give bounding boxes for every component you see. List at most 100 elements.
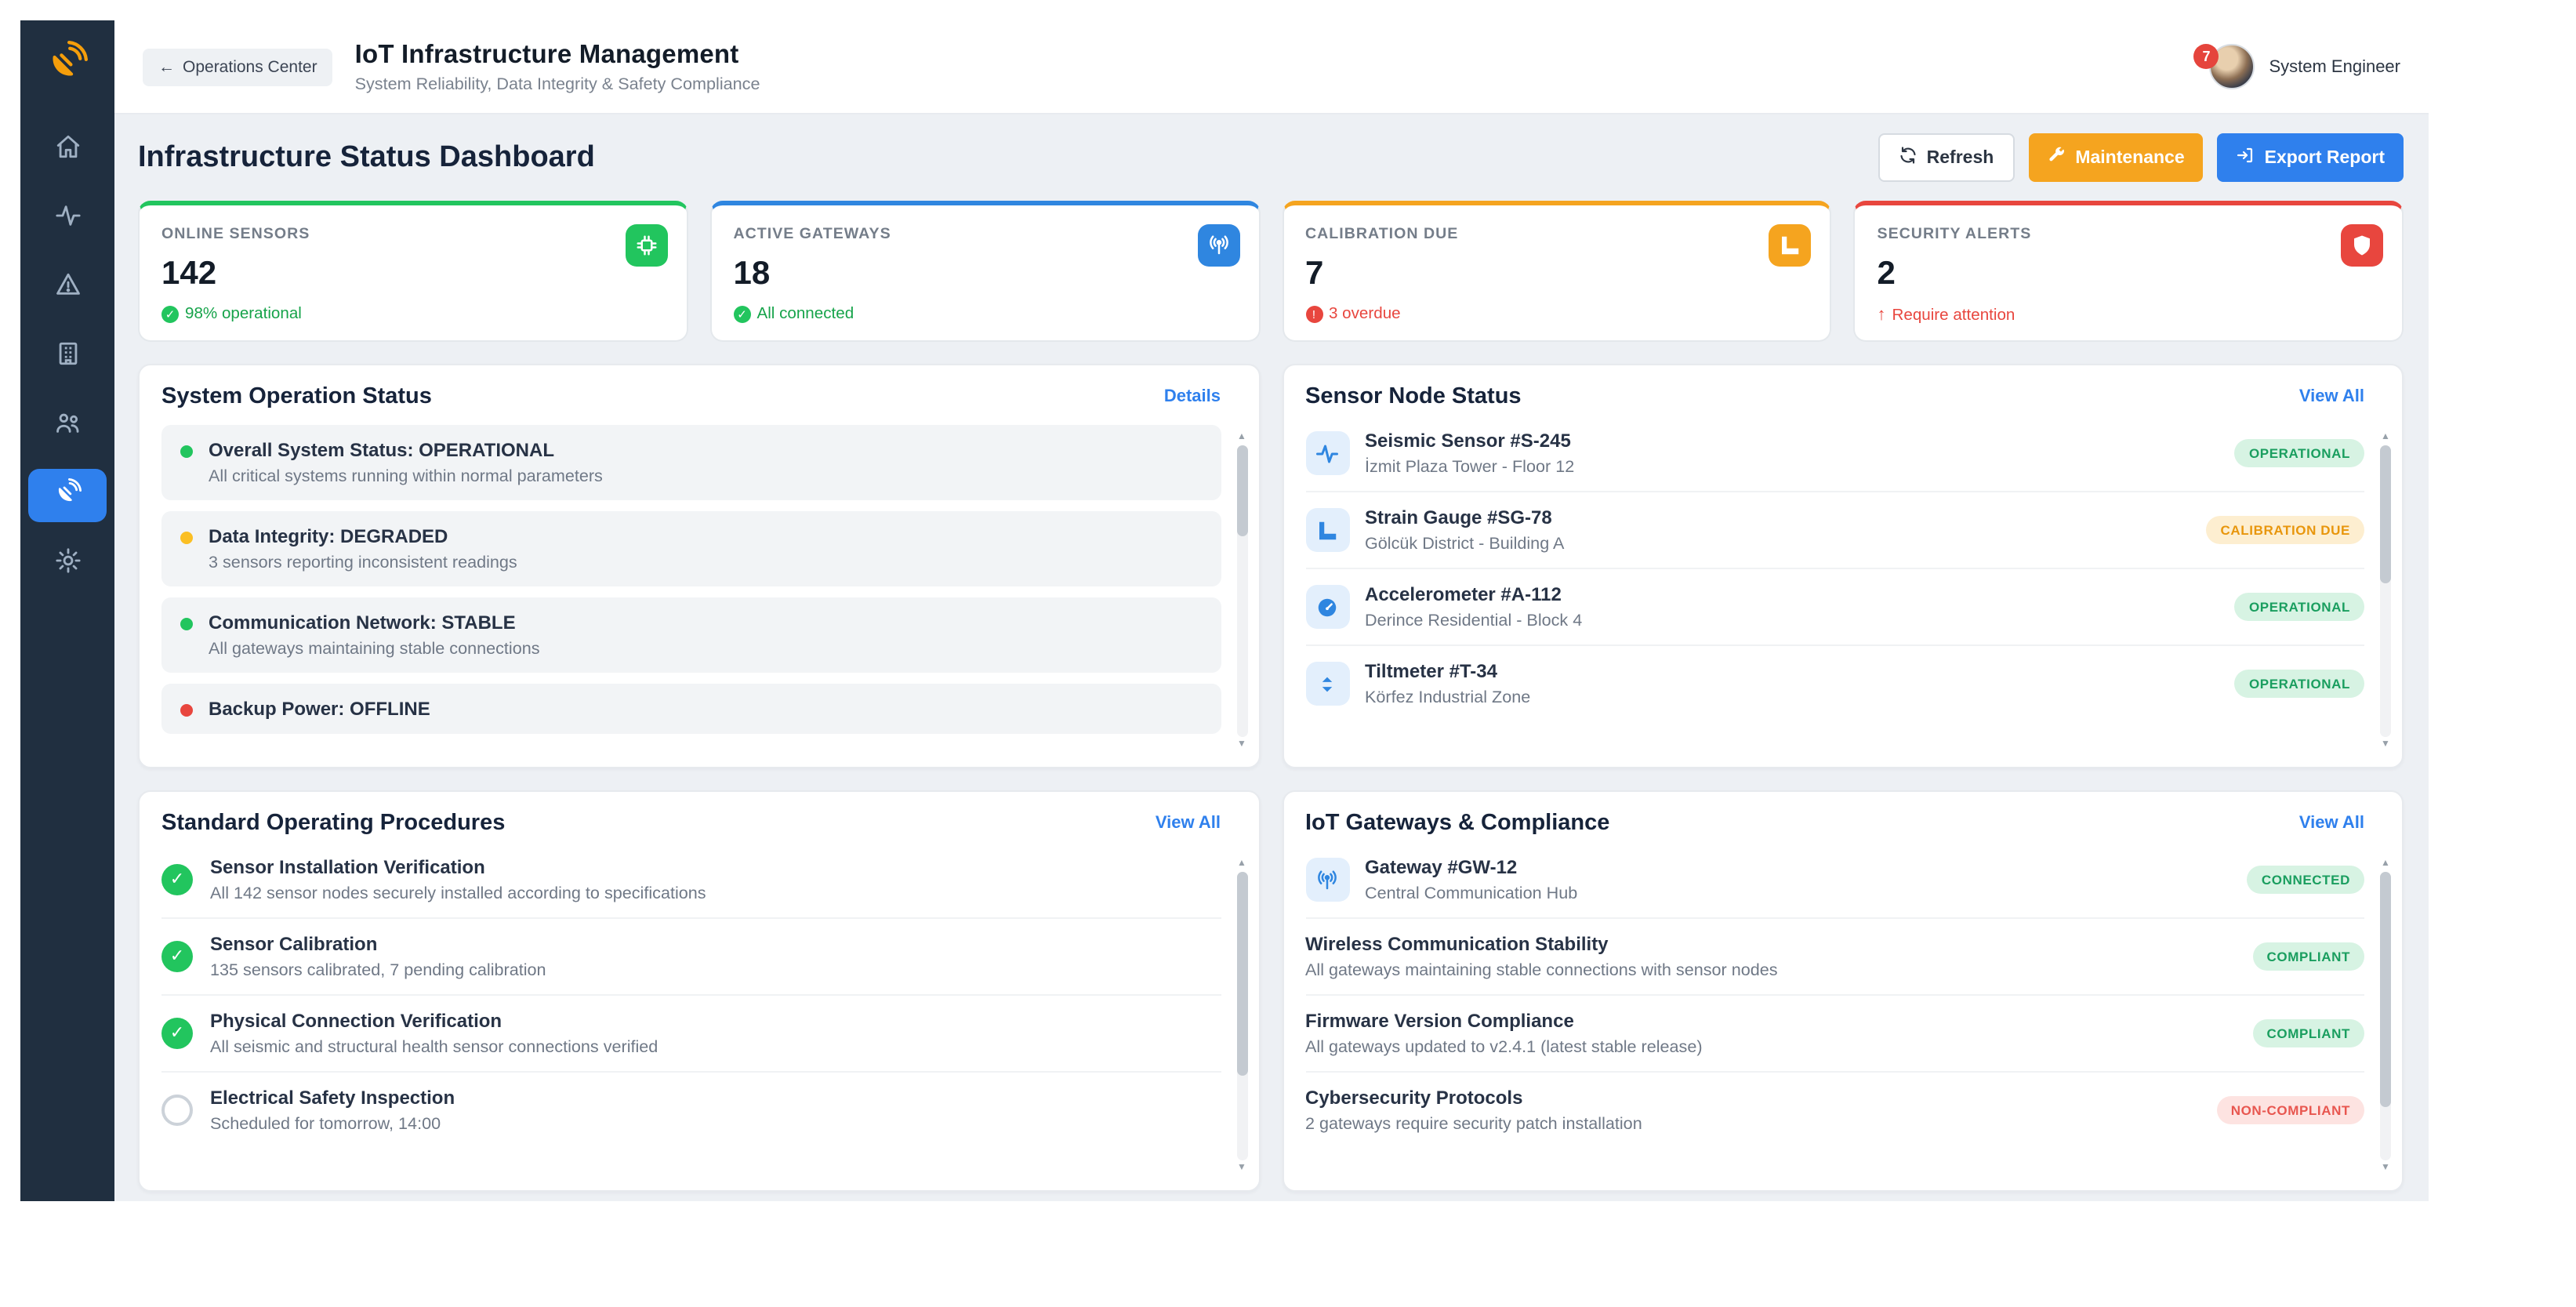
- check-circle-icon: ✓: [734, 306, 751, 323]
- workers-icon: [54, 409, 81, 444]
- scrollbar: ▲ ▼: [1235, 858, 1249, 1174]
- scroll-down-arrow[interactable]: ▼: [1237, 739, 1246, 751]
- panel-head: Standard Operating Procedures View All: [161, 811, 1221, 836]
- sidebar-item-home[interactable]: [31, 124, 103, 177]
- sensor-name: Seismic Sensor #S-245: [1365, 430, 2235, 452]
- scrollbar: ▲ ▼: [2378, 858, 2393, 1174]
- scrollbar-track: [1236, 445, 1247, 737]
- pulse-icon: [1305, 431, 1349, 475]
- scrollbar-thumb[interactable]: [2380, 445, 2391, 583]
- panel-title: IoT Gateways & Compliance: [1305, 811, 1609, 836]
- sop-title: Sensor Calibration: [210, 933, 1221, 955]
- scroll-down-arrow[interactable]: ▼: [2381, 739, 2390, 751]
- stat-note-text: All connected: [757, 306, 854, 323]
- scrollbar-thumb[interactable]: [2380, 872, 2391, 1107]
- stat-note: ! 3 overdue: [1305, 306, 1809, 323]
- scroll-up-arrow[interactable]: ▲: [2381, 858, 2390, 870]
- wrench-icon: [2047, 146, 2066, 169]
- sop-list: ✓ Sensor Installation Verification All 1…: [161, 842, 1221, 1148]
- stat-note-text: 3 overdue: [1329, 306, 1401, 323]
- maintenance-button-label: Maintenance: [2075, 148, 2184, 167]
- checkbox-checked-icon[interactable]: ✓: [161, 1018, 193, 1049]
- scroll-up-arrow[interactable]: ▲: [2381, 431, 2390, 444]
- sidebar-item-iot-infrastructure[interactable]: [28, 469, 107, 522]
- sensor-location: İzmit Plaza Tower - Floor 12: [1365, 458, 2235, 477]
- scrollbar-track: [2380, 445, 2391, 737]
- maintenance-button[interactable]: Maintenance: [2028, 133, 2203, 182]
- broadcast-icon: [1197, 224, 1239, 267]
- status-item-title: Data Integrity: DEGRADED: [209, 525, 517, 547]
- stat-label: SECURITY ALERTS: [1878, 226, 2381, 243]
- notification-badge[interactable]: 7: [2193, 43, 2219, 68]
- status-badge: NON-COMPLIANT: [2217, 1096, 2364, 1124]
- sidebar-item-buildings[interactable]: [31, 331, 103, 384]
- sop-desc: All 142 sensor nodes securely installed …: [210, 884, 1221, 903]
- gateway-row: Cybersecurity Protocols 2 gateways requi…: [1305, 1073, 2364, 1148]
- scrollbar: ▲ ▼: [1235, 431, 1249, 751]
- status-badge: CONNECTED: [2248, 866, 2364, 894]
- sensor-name: Strain Gauge #SG-78: [1365, 506, 2207, 528]
- sensor-node-list: Seismic Sensor #S-245 İzmit Plaza Tower …: [1305, 416, 2364, 721]
- gear-icon: [54, 547, 81, 582]
- sensor-row: Seismic Sensor #S-245 İzmit Plaza Tower …: [1305, 416, 2364, 492]
- ruler-icon: [1305, 508, 1349, 552]
- sensor-name: Accelerometer #A-112: [1365, 583, 2235, 605]
- gateway-row: Firmware Version Compliance All gateways…: [1305, 996, 2364, 1073]
- status-dot-green: [180, 618, 193, 630]
- stat-card-online-sensors: ONLINE SENSORS 142 ✓ 98% operational: [138, 201, 688, 342]
- app-logo: [20, 20, 114, 108]
- alert-circle-icon: !: [1305, 306, 1322, 323]
- sop-desc: 135 sensors calibrated, 7 pending calibr…: [210, 961, 1221, 980]
- view-all-link[interactable]: View All: [2299, 387, 2364, 406]
- details-link[interactable]: Details: [1164, 387, 1221, 406]
- view-all-link[interactable]: View All: [2299, 814, 2364, 833]
- broadcast-icon: [1305, 858, 1349, 902]
- check-circle-icon: ✓: [161, 306, 179, 323]
- sop-row: ✓ Sensor Installation Verification All 1…: [161, 842, 1221, 919]
- sensor-location: Gölcük District - Building A: [1365, 535, 2207, 554]
- back-button[interactable]: ← Operations Center: [143, 48, 333, 85]
- sidebar-item-settings[interactable]: [31, 538, 103, 591]
- scrollbar-track: [1236, 872, 1247, 1160]
- scroll-up-arrow[interactable]: ▲: [1237, 431, 1246, 444]
- status-item-title: Overall System Status: OPERATIONAL: [209, 439, 603, 461]
- export-report-button[interactable]: Export Report: [2218, 133, 2404, 182]
- chip-icon: [626, 224, 668, 267]
- stat-note: ✓ All connected: [734, 306, 1237, 323]
- scrollbar-thumb[interactable]: [1236, 872, 1247, 1076]
- status-dot-amber: [180, 532, 193, 544]
- stat-card-security-alerts: SECURITY ALERTS 2 ↑ Require attention: [1854, 201, 2404, 342]
- scroll-down-arrow[interactable]: ▼: [2381, 1162, 2390, 1174]
- sensor-row: Strain Gauge #SG-78 Gölcük District - Bu…: [1305, 492, 2364, 569]
- checkbox-unchecked-icon[interactable]: [161, 1095, 193, 1126]
- gateway-desc: All gateways maintaining stable connecti…: [1305, 961, 2253, 980]
- stat-note: ✓ 98% operational: [161, 306, 665, 323]
- satellite-dish-icon: [47, 40, 88, 89]
- status-item-desc: 3 sensors reporting inconsistent reading…: [209, 554, 517, 572]
- building-icon: [54, 340, 81, 375]
- system-status-list: Overall System Status: OPERATIONAL All c…: [161, 425, 1221, 734]
- scroll-up-arrow[interactable]: ▲: [1237, 858, 1246, 870]
- scrollbar-thumb[interactable]: [1236, 445, 1247, 536]
- sensor-row: Accelerometer #A-112 Derince Residential…: [1305, 569, 2364, 646]
- sidebar-item-monitoring[interactable]: [31, 193, 103, 246]
- stat-value: 18: [734, 256, 1237, 293]
- app-subtitle: System Reliability, Data Integrity & Saf…: [355, 74, 760, 93]
- panel-head: Sensor Node Status View All: [1305, 384, 2364, 409]
- sop-desc: Scheduled for tomorrow, 14:00: [210, 1115, 1221, 1134]
- app-root: ← Operations Center IoT Infrastructure M…: [0, 0, 2576, 1307]
- view-all-link[interactable]: View All: [1156, 814, 1221, 833]
- alert-triangle-icon: [54, 271, 81, 306]
- checkbox-checked-icon[interactable]: ✓: [161, 941, 193, 972]
- sidebar-item-teams[interactable]: [31, 400, 103, 453]
- gateway-row: Wireless Communication Stability All gat…: [1305, 919, 2364, 996]
- back-button-label: Operations Center: [183, 57, 317, 76]
- activity-icon: [54, 202, 81, 237]
- checkbox-checked-icon[interactable]: ✓: [161, 864, 193, 895]
- scroll-down-arrow[interactable]: ▼: [1237, 1162, 1246, 1174]
- sidebar-item-alerts[interactable]: [31, 262, 103, 315]
- main-area: ← Operations Center IoT Infrastructure M…: [114, 20, 2429, 1201]
- sidebar-nav: [20, 124, 114, 591]
- gauge-icon: [1305, 585, 1349, 629]
- refresh-button[interactable]: Refresh: [1878, 133, 2015, 182]
